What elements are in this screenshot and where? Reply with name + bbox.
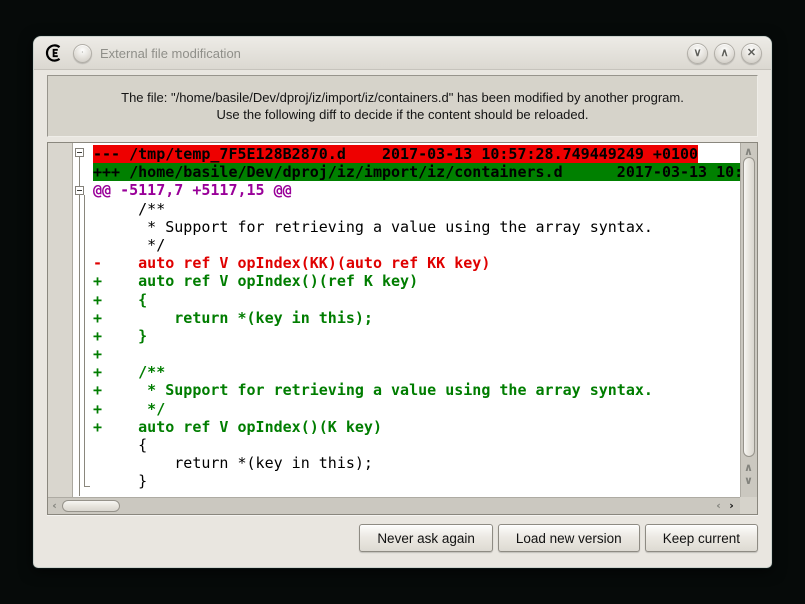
diff-line-added: + } bbox=[93, 327, 740, 345]
dialog-button-row: Never ask again Load new version Keep cu… bbox=[47, 524, 758, 552]
diff-line-added: + bbox=[93, 345, 740, 363]
window-controls: ∨ ∧ ✕ bbox=[687, 43, 762, 64]
fold-collapse-icon[interactable] bbox=[75, 186, 84, 195]
keep-current-button[interactable]: Keep current bbox=[645, 524, 758, 552]
scroll-right-icon[interactable]: › bbox=[725, 499, 738, 512]
diff-line-context: { bbox=[93, 436, 740, 454]
scroll-up-icon[interactable]: ∧ bbox=[742, 461, 755, 474]
close-button[interactable]: ✕ bbox=[741, 43, 762, 64]
diff-line-added: + * Support for retrieving a value using… bbox=[93, 381, 740, 399]
diff-line-removed: - auto ref V opIndex(KK)(auto ref KK key… bbox=[93, 254, 740, 272]
diff-line-added: + { bbox=[93, 291, 740, 309]
fold-guide-line bbox=[79, 157, 80, 496]
maximize-button[interactable]: ∧ bbox=[714, 43, 735, 64]
dialog-window: · External file modification ∨ ∧ ✕ The f… bbox=[33, 36, 772, 568]
message-panel: The file: "/home/basile/Dev/dproj/iz/imp… bbox=[47, 75, 758, 137]
window-title: External file modification bbox=[100, 46, 679, 61]
vertical-scrollbar-thumb[interactable] bbox=[743, 157, 755, 457]
vertical-scrollbar[interactable]: ∧ ∧ ∨ bbox=[740, 143, 757, 497]
diff-viewport: --- /tmp/temp_7F5E128B2870.d 2017-03-13 … bbox=[48, 143, 740, 497]
scroll-left-icon[interactable]: ‹ bbox=[48, 499, 61, 512]
message-line-1: The file: "/home/basile/Dev/dproj/iz/imp… bbox=[121, 89, 684, 106]
diff-line-added: + return *(key in this); bbox=[93, 309, 740, 327]
never-ask-again-button[interactable]: Never ask again bbox=[359, 524, 493, 552]
scrollbar-corner bbox=[740, 497, 757, 514]
diff-line-context: * Support for retrieving a value using t… bbox=[93, 218, 740, 236]
window-menu-button[interactable]: · bbox=[73, 44, 92, 63]
diff-line-added: + /** bbox=[93, 363, 740, 381]
diff-line-file-added: +++ /home/basile/Dev/dproj/iz/import/iz/… bbox=[93, 163, 740, 181]
horizontal-scrollbar-thumb[interactable] bbox=[62, 500, 120, 512]
minimize-button[interactable]: ∨ bbox=[687, 43, 708, 64]
diff-line-added: + auto ref V opIndex()(K key) bbox=[93, 418, 740, 436]
diff-line-context: } bbox=[93, 472, 740, 490]
diff-line-added: + */ bbox=[93, 400, 740, 418]
fold-collapse-icon[interactable] bbox=[75, 148, 84, 157]
diff-line-hunk: @@ -5117,7 +5117,15 @@ bbox=[93, 181, 740, 199]
diff-viewer: --- /tmp/temp_7F5E128B2870.d 2017-03-13 … bbox=[47, 142, 758, 515]
scroll-down-icon[interactable]: ∨ bbox=[742, 474, 755, 487]
title-bar[interactable]: · External file modification ∨ ∧ ✕ bbox=[34, 37, 771, 70]
fold-guide-corner bbox=[84, 486, 90, 487]
diff-line-file-removed: --- /tmp/temp_7F5E128B2870.d 2017-03-13 … bbox=[93, 145, 740, 163]
diff-line-context: return *(key in this); bbox=[93, 454, 740, 472]
diff-text: --- /tmp/temp_7F5E128B2870.d 2017-03-13 … bbox=[93, 143, 740, 497]
horizontal-scrollbar[interactable]: ‹ ‹ › bbox=[48, 497, 740, 514]
diff-line-context: /** bbox=[93, 200, 740, 218]
message-line-2: Use the following diff to decide if the … bbox=[217, 106, 589, 123]
fold-guide-line bbox=[84, 195, 85, 486]
scroll-left-icon[interactable]: ‹ bbox=[712, 499, 725, 512]
editor-gutter bbox=[48, 143, 73, 497]
fold-column bbox=[73, 143, 93, 497]
load-new-version-button[interactable]: Load new version bbox=[498, 524, 640, 552]
diff-line-added: + auto ref V opIndex()(ref K key) bbox=[93, 272, 740, 290]
diff-line-context: */ bbox=[93, 236, 740, 254]
coedit-app-icon bbox=[43, 42, 65, 64]
